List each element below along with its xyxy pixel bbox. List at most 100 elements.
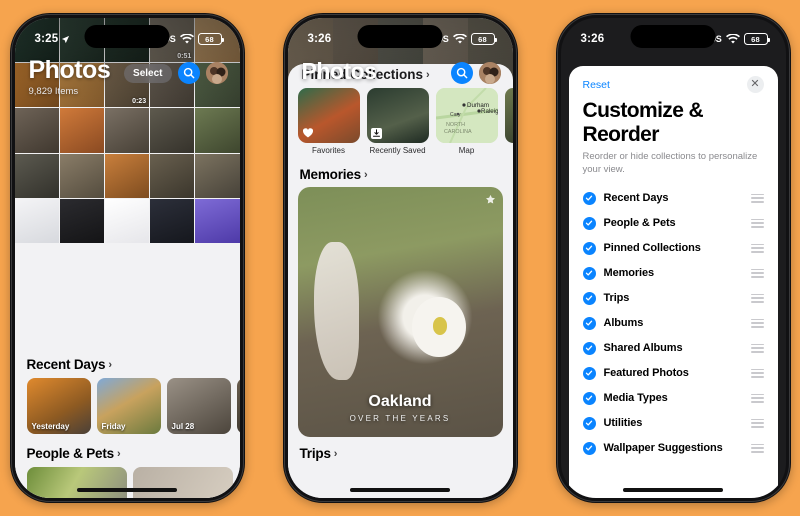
drag-handle-icon[interactable] bbox=[750, 218, 764, 228]
photo-thumbnail[interactable] bbox=[195, 153, 240, 198]
photo-thumbnail[interactable] bbox=[195, 198, 240, 244]
section-title: People & Pets bbox=[26, 446, 115, 461]
thumbnail bbox=[504, 88, 513, 143]
list-item[interactable]: Utilities bbox=[569, 411, 778, 436]
section-header-recent-days[interactable]: Recent Days › bbox=[27, 357, 228, 372]
reset-button[interactable]: Reset bbox=[583, 79, 610, 91]
list-item[interactable]: Trips bbox=[569, 286, 778, 311]
search-button[interactable] bbox=[177, 62, 200, 84]
pinned-item-recently-saved[interactable]: Recently Saved bbox=[366, 88, 429, 155]
download-icon bbox=[370, 128, 382, 139]
battery-icon: 68 bbox=[197, 33, 224, 45]
list-item[interactable]: Featured Photos bbox=[569, 361, 778, 386]
battery-level: 68 bbox=[751, 34, 760, 44]
avatar[interactable] bbox=[205, 62, 228, 84]
collections-list[interactable]: Recent Days People & Pets Pinned Collectio… bbox=[569, 186, 778, 461]
select-button[interactable]: Select bbox=[124, 63, 172, 83]
pinned-item-label: Map bbox=[458, 146, 475, 155]
drag-handle-icon[interactable] bbox=[750, 193, 764, 203]
drag-handle-icon[interactable] bbox=[750, 368, 764, 378]
photo-thumbnail[interactable] bbox=[104, 198, 150, 244]
memory-card-oakland[interactable]: Oakland OVER THE YEARS bbox=[297, 187, 503, 437]
checkmark-circle-icon[interactable] bbox=[582, 341, 596, 355]
checkmark-circle-icon[interactable] bbox=[582, 216, 596, 230]
drag-handle-icon[interactable] bbox=[750, 243, 764, 253]
checkmark-circle-icon[interactable] bbox=[582, 291, 596, 305]
pinned-item-map[interactable]: Durham Raleigh Cary NORTH CAROLINA Map bbox=[435, 88, 498, 155]
status-time-text: 3:26 bbox=[580, 33, 605, 45]
section-header-trips[interactable]: Trips › bbox=[288, 446, 513, 461]
people-pets-cards[interactable] bbox=[26, 467, 233, 498]
list-item[interactable]: Media Types bbox=[569, 386, 778, 411]
drag-handle-icon[interactable] bbox=[750, 293, 764, 303]
section-header-people-pets[interactable]: People & Pets › bbox=[27, 446, 228, 461]
recent-day-card[interactable]: Yesterday bbox=[26, 378, 91, 434]
list-item[interactable]: Pinned Collections bbox=[569, 236, 778, 261]
photo-thumbnail[interactable] bbox=[150, 198, 195, 244]
photo-thumbnail[interactable] bbox=[104, 108, 150, 153]
pinned-item-favorites[interactable]: Favorites bbox=[297, 88, 360, 155]
pinned-collections-row[interactable]: Favorites Recently Saved Durham Raleig C… bbox=[288, 88, 513, 155]
photo-thumbnail[interactable] bbox=[59, 108, 104, 153]
recent-day-card[interactable] bbox=[236, 378, 240, 434]
photo-thumbnail[interactable] bbox=[150, 153, 195, 198]
drag-handle-icon[interactable] bbox=[750, 418, 764, 428]
checkmark-circle-icon[interactable] bbox=[582, 391, 596, 405]
svg-text:Raleigh: Raleigh bbox=[481, 108, 498, 115]
photo-thumbnail[interactable] bbox=[14, 153, 59, 198]
checkmark-circle-icon[interactable] bbox=[582, 366, 596, 380]
list-item-label: Media Types bbox=[603, 392, 668, 405]
drag-handle-icon[interactable] bbox=[750, 393, 764, 403]
drag-handle-icon[interactable] bbox=[750, 268, 764, 278]
list-item-label: Memories bbox=[603, 267, 655, 280]
thumbnail bbox=[366, 88, 429, 143]
photo-thumbnail[interactable] bbox=[150, 108, 195, 153]
list-item[interactable]: Memories bbox=[569, 261, 778, 286]
sheet-title: Customize & Reorder bbox=[582, 99, 704, 146]
pinned-item-overflow[interactable] bbox=[504, 88, 513, 155]
list-item[interactable]: People & Pets bbox=[569, 211, 778, 236]
photo-thumbnail[interactable] bbox=[59, 198, 104, 244]
photo-thumbnail[interactable] bbox=[14, 198, 59, 244]
checkmark-circle-icon[interactable] bbox=[582, 241, 596, 255]
checkmark-circle-icon[interactable] bbox=[582, 266, 596, 280]
photo-thumbnail[interactable] bbox=[104, 153, 150, 198]
list-item[interactable] bbox=[26, 467, 127, 498]
checkmark-circle-icon[interactable] bbox=[582, 416, 596, 430]
home-indicator bbox=[623, 488, 723, 492]
search-icon bbox=[456, 67, 467, 79]
collections-scroll[interactable]: Pinned Collections › Favorites Recently … bbox=[287, 64, 513, 498]
checkmark-circle-icon[interactable] bbox=[582, 316, 596, 330]
battery-icon: 68 bbox=[470, 33, 497, 45]
list-item[interactable]: Wallpaper Suggestions bbox=[569, 436, 778, 461]
recent-days-cards[interactable]: Yesterday Friday Jul 28 bbox=[26, 378, 240, 434]
list-item[interactable]: Albums bbox=[569, 311, 778, 336]
recent-day-card[interactable]: Friday bbox=[96, 378, 161, 434]
list-item[interactable]: Recent Days bbox=[569, 186, 778, 211]
dynamic-island bbox=[357, 25, 443, 48]
drag-handle-icon[interactable] bbox=[750, 318, 764, 328]
photo-thumbnail[interactable] bbox=[195, 108, 240, 153]
customize-reorder-sheet: Reset ✕ Customize & Reorder Reorder or h… bbox=[568, 66, 778, 498]
checkmark-circle-icon[interactable] bbox=[582, 191, 596, 205]
phones-stage: 0:510:23 3:25 SOS 68 Photos 9,829 Items bbox=[0, 0, 800, 516]
section-title: Trips bbox=[299, 446, 331, 461]
photo-thumbnail[interactable] bbox=[59, 153, 104, 198]
section-header-memories[interactable]: Memories › bbox=[288, 167, 513, 182]
photo-thumbnail[interactable] bbox=[14, 108, 59, 153]
phone-3: 3:26 SOS 68 Reset ✕ Customize & Reorder … bbox=[555, 13, 791, 503]
list-item[interactable]: Shared Albums bbox=[569, 336, 778, 361]
checkmark-circle-icon[interactable] bbox=[582, 441, 596, 455]
list-item-label: People & Pets bbox=[603, 217, 676, 230]
battery-level: 68 bbox=[205, 34, 214, 44]
drag-handle-icon[interactable] bbox=[750, 343, 764, 353]
close-button[interactable]: ✕ bbox=[746, 76, 764, 93]
home-indicator bbox=[350, 488, 450, 492]
drag-handle-icon[interactable] bbox=[750, 443, 764, 453]
search-button[interactable] bbox=[450, 62, 473, 84]
recent-day-card[interactable]: Jul 28 bbox=[166, 378, 231, 434]
list-item[interactable] bbox=[132, 467, 233, 498]
sheet-subtitle: Reorder or hide collections to personali… bbox=[582, 151, 758, 175]
avatar[interactable] bbox=[478, 62, 501, 84]
close-icon: ✕ bbox=[750, 78, 760, 90]
